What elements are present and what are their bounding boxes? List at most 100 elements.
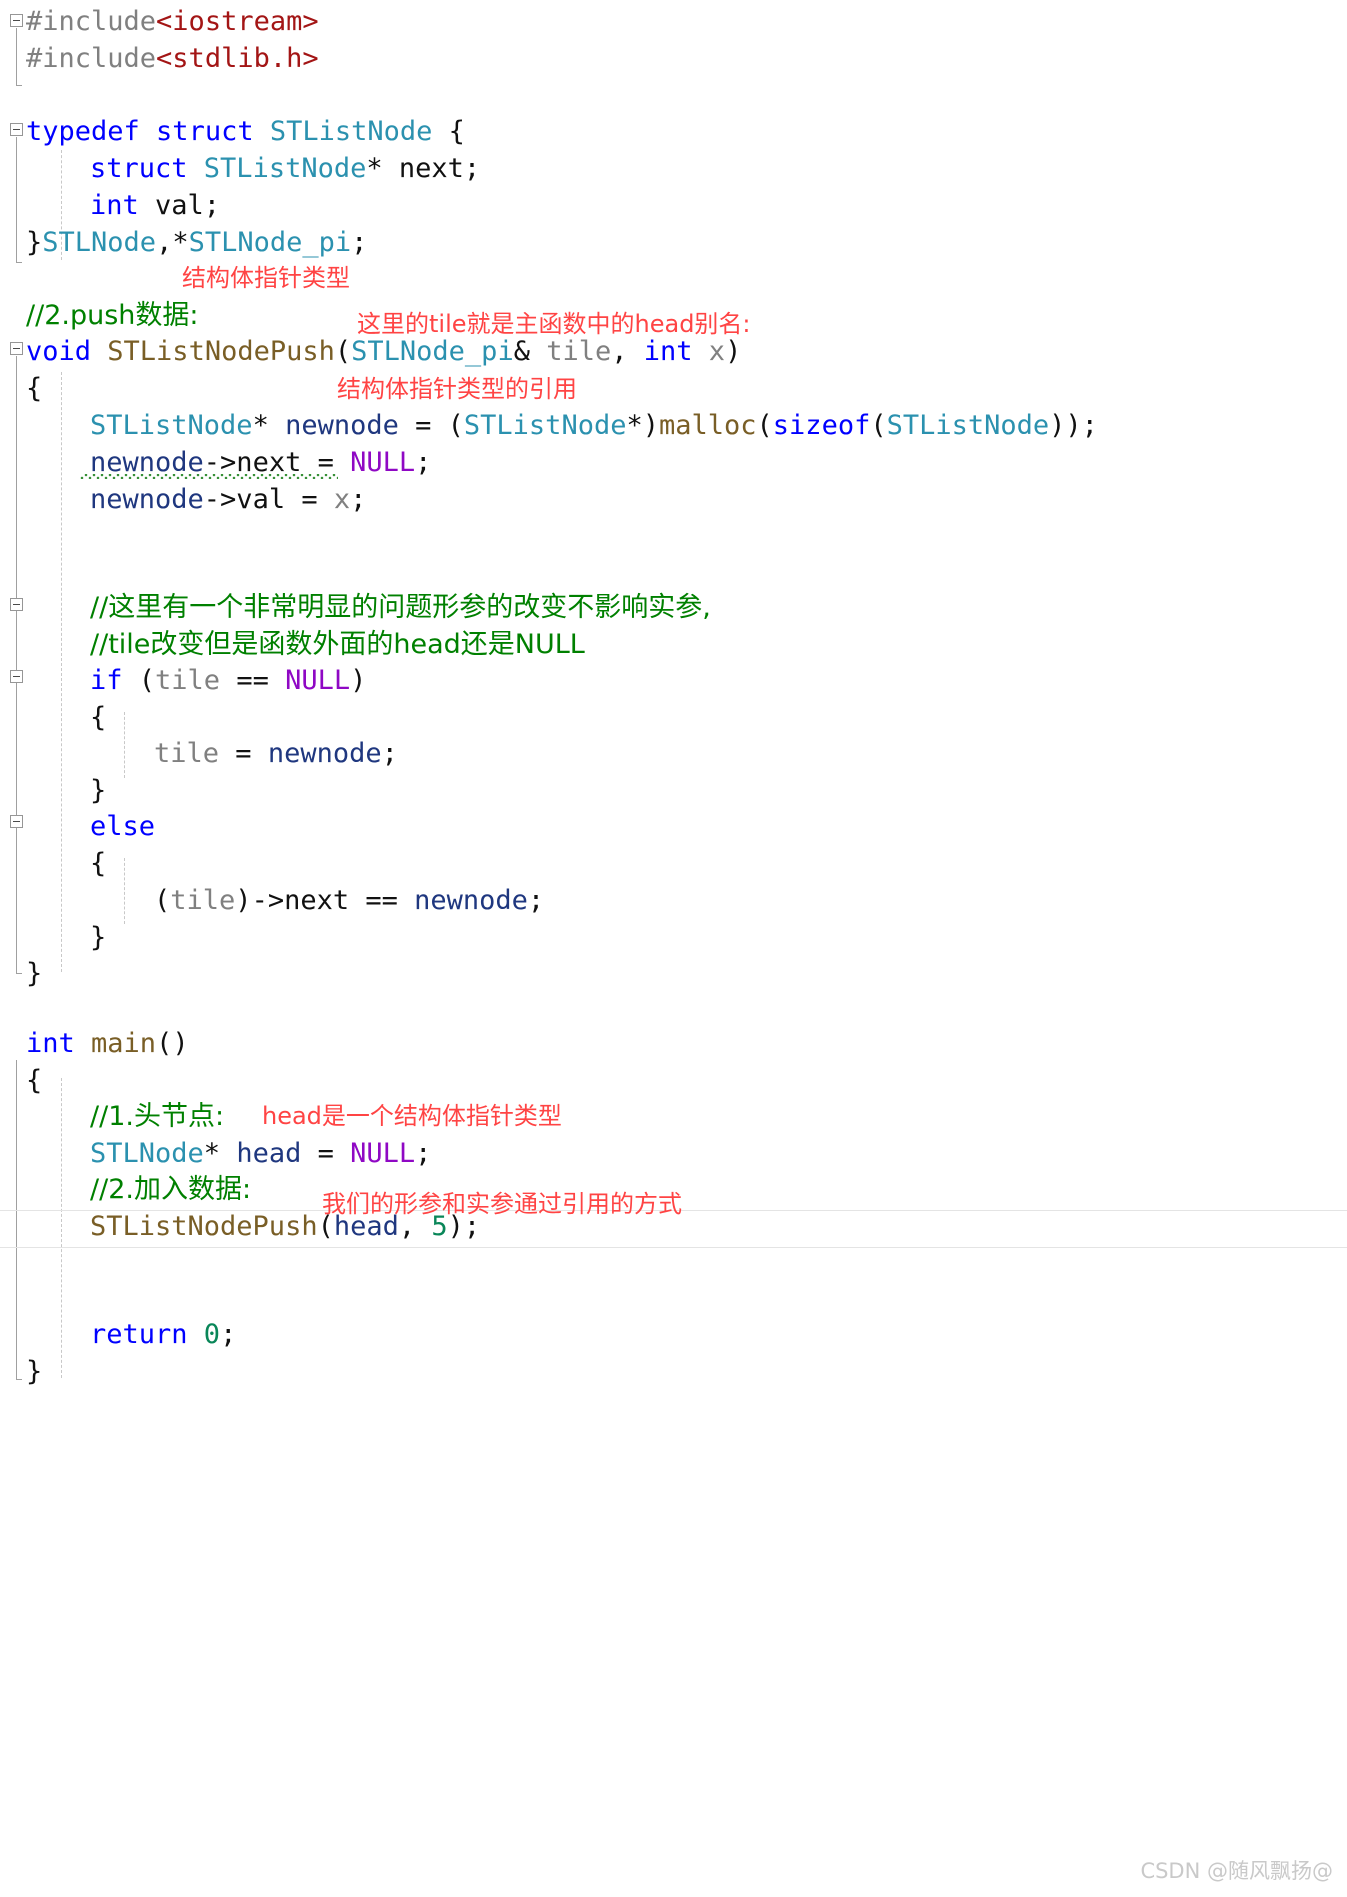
token-number-0: 0 (187, 1319, 221, 1350)
token-semicolon: ; (415, 1138, 432, 1169)
indent-guide-if-body (124, 712, 125, 778)
annot-head-is-pointer-type: head是一个结构体指针类型 (262, 1102, 562, 1130)
code-line-include-iostream[interactable]: #include<iostream> (14, 4, 319, 40)
token-pointer-star: * (252, 410, 286, 441)
code-line-push-signature[interactable]: void STListNodePush(STLNode_pi& tile, in… (14, 334, 741, 370)
token-comment: //1.头节点: (90, 1101, 225, 1132)
token-semicolon: ; (350, 484, 367, 515)
token-type-stlistnode: STListNode (463, 410, 627, 441)
token-close-brace: } (90, 922, 107, 953)
code-line-push-close-brace[interactable]: } (14, 956, 42, 992)
token-keyword-if: if (90, 665, 123, 696)
token-comma: , (611, 336, 644, 367)
code-line-comment-head-node[interactable]: //1.头节点: (78, 1099, 224, 1135)
code-line-else-close-brace[interactable]: } (78, 920, 106, 956)
token-header-name: <iostream> (156, 6, 319, 37)
token-macro-null: NULL (350, 1138, 416, 1169)
outline-bar-main-function (16, 1060, 22, 1380)
token-open-paren: ( (122, 665, 156, 696)
code-line-int-val-member[interactable]: int val; (78, 188, 220, 224)
token-open-paren: ( (154, 885, 171, 916)
token-typedef-stlnode: STLNode (42, 227, 157, 258)
token-var-newnode: newnode (90, 484, 204, 515)
code-line-tile-assign-newnode[interactable]: tile = newnode; (142, 736, 398, 772)
token-open-brace: { (90, 848, 107, 879)
code-line-comment-add-data[interactable]: //2.加入数据: (78, 1172, 251, 1208)
error-squiggle-underline (80, 474, 338, 479)
code-line-main-open-brace[interactable]: { (14, 1063, 42, 1099)
token-ampersand: & (513, 336, 547, 367)
token-arrow-next-equality: ->next == (251, 885, 415, 916)
code-line-else-open-brace[interactable]: { (78, 846, 106, 882)
code-line-comment-tile-head-null[interactable]: //tile改变但是函数外面的head还是NULL (78, 627, 585, 663)
token-param-tile: tile (154, 738, 220, 769)
token-function-name: STListNodePush (90, 1211, 318, 1242)
token-preprocessor: #include (26, 6, 157, 37)
code-line-main-signature[interactable]: int main() (14, 1026, 189, 1062)
token-open-brace: { (26, 373, 43, 404)
token-close-brace: } (90, 775, 107, 806)
code-line-malloc-newnode[interactable]: STListNode* newnode = (STListNode*)mallo… (78, 408, 1098, 444)
token-keyword-else: else (90, 811, 156, 842)
token-member-val: val; (138, 190, 221, 221)
code-editor[interactable]: #include<iostream> #include<stdlib.h> ty… (0, 0, 1347, 1897)
token-param-tile: tile (170, 885, 236, 916)
code-line-else[interactable]: else (78, 809, 155, 845)
code-line-typedef-struct[interactable]: typedef struct STListNode { (14, 114, 465, 150)
token-comment: //2.加入数据: (90, 1174, 252, 1205)
indent-guide-main-body (61, 1078, 62, 1378)
code-line-newnode-val-x[interactable]: newnode->val = x; (78, 482, 366, 518)
token-var-newnode: newnode (414, 885, 528, 916)
token-var-newnode: newnode (267, 738, 382, 769)
token-assign-open: = ( (398, 410, 464, 441)
token-close-paren: ) (235, 885, 252, 916)
token-close-brace: } (26, 1356, 43, 1387)
token-keyword-int: int (26, 1028, 75, 1059)
token-close-parens: )); (1049, 410, 1098, 441)
token-type-stlnode: STLNode (90, 1138, 204, 1169)
indent-guide-push-body (61, 372, 62, 972)
code-line-main-close-brace[interactable]: } (14, 1354, 42, 1390)
token-open-brace: { (432, 116, 465, 147)
token-parens: () (156, 1028, 189, 1059)
code-line-include-stdlib[interactable]: #include<stdlib.h> (14, 41, 319, 77)
token-param-tile: tile (155, 665, 221, 696)
code-line-if-tile-null[interactable]: if (tile == NULL) (78, 663, 366, 699)
token-keyword-int: int (643, 336, 693, 367)
code-line-typedef-names[interactable]: }STLNode,*STLNode_pi; (14, 225, 367, 261)
code-line-push-open-brace[interactable]: { (14, 371, 42, 407)
token-arrow-val-assign: ->val = (203, 484, 334, 515)
token-function-main: main (74, 1028, 157, 1059)
token-open-brace: { (26, 1065, 43, 1096)
code-line-head-declaration[interactable]: STLNode* head = NULL; (78, 1136, 431, 1172)
token-keyword-return: return (90, 1319, 188, 1350)
token-close-brace: } (26, 958, 43, 989)
token-keyword-typedef: typedef (26, 116, 140, 147)
collapse-toggle-if-block[interactable] (10, 598, 23, 611)
code-line-comment-push-data[interactable]: //2.push数据: (14, 298, 198, 334)
token-preprocessor: #include (26, 43, 157, 74)
token-keyword-sizeof: sizeof (772, 410, 871, 441)
code-line-tile-next-newnode[interactable]: (tile)->next == newnode; (142, 883, 544, 919)
code-line-if-close-brace[interactable]: } (78, 773, 106, 809)
token-function-malloc: malloc (658, 410, 757, 441)
code-line-comment-param-change[interactable]: //这里有一个非常明显的问题形参的改变不影响实参, (78, 590, 711, 626)
token-comment: //tile改变但是函数外面的head还是NULL (90, 629, 585, 660)
annot-pass-by-reference: 我们的形参和实参通过引用的方式 (322, 1190, 682, 1218)
token-semicolon: ; (415, 447, 432, 478)
token-type-stlnode-pi: STLNode_pi (351, 336, 514, 367)
token-macro-null: NULL (285, 665, 351, 696)
code-line-if-open-brace[interactable]: { (78, 700, 106, 736)
token-var-head: head (236, 1138, 302, 1169)
code-line-return-zero[interactable]: return 0; (78, 1317, 236, 1353)
collapse-toggle-else-body[interactable] (10, 815, 23, 828)
token-assign-op: = (219, 738, 268, 769)
code-line-struct-next-member[interactable]: struct STListNode* next; (78, 151, 480, 187)
token-semicolon: ; (527, 885, 545, 916)
token-assign-op: = (301, 1138, 351, 1169)
token-comment: //2.push数据: (26, 300, 199, 331)
collapse-toggle-else-block[interactable] (10, 670, 23, 683)
token-param-tile: tile (546, 336, 612, 367)
token-pointer-star: * (366, 153, 399, 184)
token-semicolon: ; (351, 227, 368, 258)
